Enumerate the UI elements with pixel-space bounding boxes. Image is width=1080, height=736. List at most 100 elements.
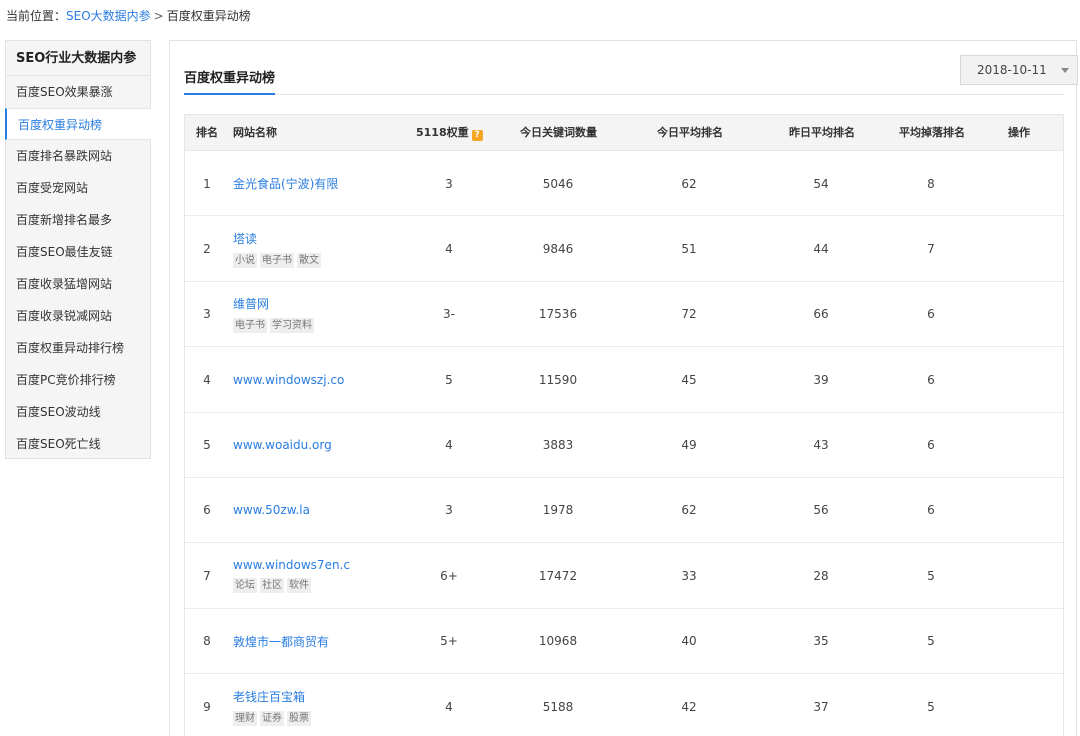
sidebar-item[interactable]: 百度新增排名最多 (6, 204, 150, 236)
sidebar-item[interactable]: 百度收录锐减网站 (6, 300, 150, 332)
site-name-wrap: 维普网电子书 学习资料 (233, 282, 314, 347)
table-row: 6 www.50zw.la 3 1978 62 56 6 (185, 478, 1063, 544)
sidebar-item[interactable]: 百度SEO最佳友链 (6, 236, 150, 268)
cell-today-rank: 42 (681, 699, 697, 714)
cell-operation (999, 609, 1049, 674)
site-tags: 电子书 学习资料 (233, 318, 314, 334)
cell-keyword-count: 17536 (538, 307, 578, 322)
cell-yesterday-rank: 35 (813, 634, 829, 649)
cell-keyword-count: 17472 (538, 568, 578, 583)
sidebar-title: SEO行业大数据内参 (6, 41, 150, 76)
cell-site-name: www.windowszj.co (233, 347, 423, 412)
breadcrumb-prefix: 当前位置： (6, 9, 67, 23)
breadcrumb-link[interactable]: SEO大数据内参 (66, 9, 151, 23)
site-tag: 论坛 (233, 578, 257, 594)
cell-drop-rank: 5 (927, 568, 935, 583)
breadcrumb-current: 百度权重异动榜 (166, 9, 251, 23)
header-operation: 操作 (1008, 126, 1030, 139)
cell-site-name: 维普网电子书 学习资料 (233, 282, 423, 347)
cell-operation (999, 543, 1049, 608)
cell-today-rank: 40 (681, 634, 697, 649)
cell-weight: 4 (445, 699, 453, 714)
header-keywords: 今日关键词数量 (520, 126, 597, 139)
sidebar-item[interactable]: 百度权重异动排行榜 (6, 332, 150, 364)
sidebar-item[interactable]: 百度权重异动榜 (5, 108, 151, 140)
table-row: 1 金光食品(宁波)有限 3 5046 62 54 8 (185, 151, 1063, 217)
cell-keyword-count: 5188 (542, 699, 574, 714)
cell-today-rank: 62 (681, 503, 697, 518)
cell-today-rank: 72 (681, 307, 697, 322)
site-tag: 理财 (233, 710, 257, 726)
site-link[interactable]: www.50zw.la (233, 503, 310, 517)
cell-weight: 5+ (440, 634, 458, 649)
cell-rank: 7 (203, 568, 211, 583)
site-link[interactable]: 老钱庄百宝箱 (233, 688, 311, 705)
cell-operation (999, 478, 1049, 543)
sidebar-item[interactable]: 百度PC竞价排行榜 (6, 364, 150, 396)
cell-yesterday-rank: 44 (813, 241, 829, 256)
table-row: 2 塔读 小说 电子书 散文 4 9846 51 44 7 (185, 216, 1063, 282)
site-link[interactable]: 敦煌市一都商贸有 (233, 633, 329, 650)
cell-today-rank: 45 (681, 372, 697, 387)
tab-weight-change[interactable]: 百度权重异动榜 (184, 67, 276, 95)
cell-site-name: 老钱庄百宝箱 理财 证券 股票 (233, 674, 423, 736)
site-name-wrap: 塔读小说 电子书 散文 (233, 216, 321, 281)
site-name-wrap: www.50zw.la (233, 478, 310, 543)
site-link[interactable]: 塔读 (233, 230, 321, 247)
cell-operation (999, 216, 1049, 281)
cell-operation (999, 413, 1049, 478)
cell-weight: 3- (443, 307, 455, 322)
sidebar-item[interactable]: 百度SEO波动线 (6, 396, 150, 428)
site-name-wrap: www.woaidu.org (233, 413, 332, 478)
cell-keyword-count: 5046 (542, 176, 574, 191)
site-tag: 学习资料 (270, 318, 314, 334)
sidebar-item[interactable]: 百度受宠网站 (6, 172, 150, 204)
cell-drop-rank: 5 (927, 699, 935, 714)
site-name-wrap: 金光食品(宁波)有限 (233, 151, 338, 216)
header-rank: 排名 (196, 126, 218, 139)
ranking-table: 排名 网站名称 5118权重? 今日关键词数量 今日平均排名 昨日平均排名 平均… (184, 114, 1064, 736)
site-link[interactable]: www.windows7en.c (233, 558, 350, 572)
cell-drop-rank: 6 (927, 503, 935, 518)
site-tags: 小说 电子书 散文 (233, 252, 321, 268)
table-row: 9 老钱庄百宝箱 理财 证券 股票 4 5188 42 37 5 (185, 674, 1063, 736)
cell-weight: 3 (445, 176, 453, 191)
cell-site-name: www.windows7en.c 论坛 社区 软件 (233, 543, 423, 608)
site-tag: 社区 (260, 578, 284, 594)
header-today-rank: 今日平均排名 (657, 126, 723, 139)
sidebar-item[interactable]: 百度SEO死亡线 (6, 428, 150, 460)
breadcrumb: 当前位置：SEO大数据内参 > 百度权重异动榜 (6, 8, 251, 24)
cell-drop-rank: 5 (927, 634, 935, 649)
sidebar-item[interactable]: 百度SEO效果暴涨 (6, 76, 150, 108)
cell-operation (999, 151, 1049, 216)
cell-weight: 5 (445, 372, 453, 387)
site-link[interactable]: 维普网 (233, 295, 314, 312)
cell-keyword-count: 9846 (542, 241, 574, 256)
cell-yesterday-rank: 43 (813, 438, 829, 453)
date-select[interactable]: 2018-10-11 (960, 55, 1078, 85)
cell-drop-rank: 6 (927, 307, 935, 322)
cell-keyword-count: 10968 (538, 634, 578, 649)
caret-down-icon (1061, 68, 1069, 73)
cell-rank: 9 (203, 699, 211, 714)
help-icon[interactable]: ? (471, 130, 483, 141)
site-tag: 小说 (233, 252, 257, 268)
site-tag: 散文 (297, 252, 321, 268)
sidebar-list: 百度SEO效果暴涨 百度权重异动榜 百度排名暴跌网站 百度受宠网站 百度新增排名最多 百度… (5, 76, 151, 460)
cell-keyword-count: 11590 (538, 372, 578, 387)
sidebar-item[interactable]: 百度排名暴跌网站 (6, 140, 150, 172)
site-tags: 理财 证券 股票 (233, 710, 311, 726)
site-link[interactable]: www.windowszj.co (233, 373, 344, 387)
cell-operation (999, 282, 1049, 347)
cell-site-name: www.50zw.la (233, 478, 423, 543)
site-link[interactable]: 金光食品(宁波)有限 (233, 175, 338, 192)
site-link[interactable]: www.woaidu.org (233, 438, 332, 452)
tab-bar: 百度权重异动榜 2018-10-11 (184, 41, 1078, 95)
cell-site-name: 塔读小说 电子书 散文 (233, 216, 423, 281)
sidebar-item[interactable]: 百度收录猛增网站 (6, 268, 150, 300)
cell-rank: 8 (203, 634, 211, 649)
cell-drop-rank: 6 (927, 372, 935, 387)
site-tag: 电子书 (260, 252, 294, 268)
table-row: 8 敦煌市一都商贸有 5+ 10968 40 35 5 (185, 609, 1063, 675)
sidebar: SEO行业大数据内参 百度SEO效果暴涨 百度权重异动榜 百度排名暴跌网站 百度受宠网… (5, 40, 151, 459)
